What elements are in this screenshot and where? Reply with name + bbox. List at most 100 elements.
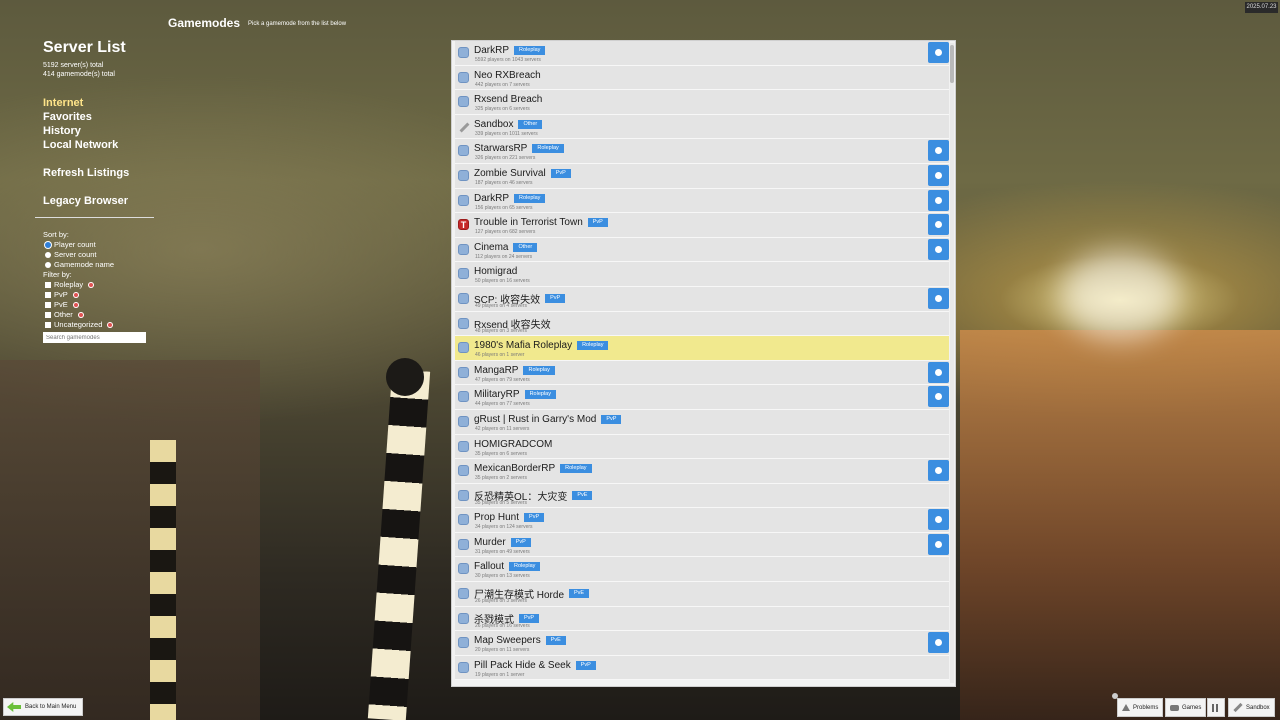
gamemode-info-button[interactable] xyxy=(928,238,949,260)
gamemode-info-button[interactable] xyxy=(928,164,949,186)
gamemode-box-icon xyxy=(458,317,469,329)
category-tag: PvP xyxy=(601,414,622,424)
filter-pve[interactable]: PvE xyxy=(43,300,114,310)
gamemode-row[interactable]: Murder PvP 31 players on 49 servers xyxy=(455,532,949,558)
gamemode-stats: 46 players on 1 server xyxy=(475,352,525,359)
gamemode-stats: 19 players on 1 server xyxy=(475,671,525,678)
gamemode-row[interactable]: Cinema Other 112 players on 24 servers xyxy=(455,237,949,263)
radio-icon xyxy=(45,252,51,258)
scrollbar-track[interactable] xyxy=(950,43,954,683)
sort-player-count[interactable]: Player count xyxy=(43,240,114,250)
gamemode-name: Prop Hunt xyxy=(474,512,520,524)
gamemode-name: Map Sweepers xyxy=(474,635,541,647)
gamemode-row[interactable]: gRust | Rust in Garry's Mod PvP 42 players… xyxy=(455,409,949,435)
problems-button[interactable]: Problems xyxy=(1117,698,1164,717)
gamemode-info-button[interactable] xyxy=(928,533,949,555)
gamemode-row[interactable]: MexicanBorderRP Roleplay 35 players on 2 s… xyxy=(455,459,949,484)
gamemode-select-button[interactable]: Sandbox xyxy=(1228,698,1275,717)
games-button[interactable]: Games xyxy=(1165,698,1207,717)
gamemode-row[interactable]: StarwarsRP Roleplay 326 players on 221 ser… xyxy=(455,139,949,164)
filter-other[interactable]: Other xyxy=(43,310,114,320)
gamemode-info-button[interactable] xyxy=(928,361,949,383)
gamemode-row[interactable]: Fallout Roleplay 30 players on 13 servers xyxy=(455,557,949,583)
gamemode-row[interactable]: MilitaryRP Roleplay 44 players on 77 serve… xyxy=(455,385,949,410)
gamemode-box-icon xyxy=(458,169,469,181)
back-arrow-icon xyxy=(7,702,21,712)
gamemode-name-line: Rxsend Breach xyxy=(474,94,542,105)
gamemode-row[interactable]: 尸潮生存模式 Horde PvE 26 players on 3 servers xyxy=(455,582,949,607)
gamemode-stats: 442 players on 7 servers xyxy=(475,81,530,88)
filter-pvp[interactable]: PvP xyxy=(43,290,114,300)
gamemode-name-line: Prop Hunt PvP xyxy=(474,512,545,524)
gamemode-info-button[interactable] xyxy=(928,460,949,482)
filter-option-label: Uncategorized xyxy=(54,320,103,329)
gamemode-row[interactable]: DarkRP Roleplay 5592 players on 1043 serve… xyxy=(455,41,949,66)
gamemode-row[interactable]: Zombie Survival PvP 187 players on 46 serv… xyxy=(455,163,949,189)
gamemode-info-button[interactable] xyxy=(928,632,949,654)
category-tag: PvP xyxy=(587,218,608,228)
scrollbar-thumb[interactable] xyxy=(950,45,954,83)
nav-history[interactable]: History xyxy=(43,124,193,138)
gamemode-row[interactable]: 1980's Mafia Roleplay Roleplay 46 players … xyxy=(455,336,949,361)
gamemode-box-icon xyxy=(458,440,469,452)
gamemode-stats: 26 players on 16 servers xyxy=(475,622,530,629)
category-tag: PvE xyxy=(569,589,590,599)
gamemode-name-line: Neo RXBreach xyxy=(474,70,541,81)
category-tag: PvE xyxy=(572,490,593,500)
search-gamemodes-input[interactable] xyxy=(43,332,146,343)
gamemode-box-icon xyxy=(458,342,469,354)
back-to-main-menu-button[interactable]: Back to Main Menu xyxy=(3,698,83,716)
gamemode-list-panel: DarkRP Roleplay 5592 players on 1043 serve… xyxy=(451,40,956,687)
gamemode-row[interactable]: DarkRP Roleplay 156 players on 65 servers xyxy=(455,188,949,214)
refresh-listings-button[interactable]: Refresh Listings xyxy=(43,166,193,180)
gamemode-name-line: DarkRP Roleplay xyxy=(474,45,546,56)
filter-roleplay[interactable]: Roleplay xyxy=(43,280,114,290)
filter-option-label: PvE xyxy=(54,300,68,309)
gamemode-row[interactable]: Rxsend 收容失效 48 players on 3 servers xyxy=(455,311,949,337)
gamemode-row[interactable]: SCP: 收容失效 PvP 49 players on 4 servers xyxy=(455,286,949,312)
sort-gamemode-name[interactable]: Gamemode name xyxy=(43,260,114,270)
gamemode-info-button[interactable] xyxy=(928,42,949,63)
gamemode-name: 1980's Mafia Roleplay xyxy=(474,340,573,352)
info-icon xyxy=(72,292,79,298)
checkbox-icon xyxy=(45,302,51,308)
gamemode-row[interactable]: Neo RXBreach 442 players on 7 servers xyxy=(455,65,949,91)
gamemode-row[interactable]: Pill Pack Hide & Seek PvP 19 players on 1 … xyxy=(455,655,949,681)
gamemode-info-button[interactable] xyxy=(928,287,949,309)
gamemode-row[interactable]: Rxsend Breach 325 players on 6 servers xyxy=(455,90,949,115)
gamemode-row[interactable]: T Trouble in Terrorist Town PvP 127 players… xyxy=(455,213,949,238)
legacy-browser-button[interactable]: Legacy Browser xyxy=(43,194,193,208)
gamemode-row[interactable]: 反恐精英OL：大灾变 PvE 35 players on 5 servers xyxy=(455,483,949,509)
gamemode-row[interactable]: Prop Hunt PvP 34 players on 124 servers xyxy=(455,508,949,533)
gamemode-name-line: DarkRP Roleplay xyxy=(474,193,546,204)
gamemode-info-button[interactable] xyxy=(928,509,949,531)
nav-favorites[interactable]: Favorites xyxy=(43,110,193,124)
gamemode-info-button[interactable] xyxy=(928,140,949,162)
gamemode-row[interactable]: MangaRP Roleplay 47 players on 79 servers xyxy=(455,360,949,386)
gamemode-box-icon xyxy=(458,366,469,378)
gamemode-name: MexicanBorderRP xyxy=(474,463,556,475)
gamemode-info-button[interactable] xyxy=(928,386,949,408)
nav-local-network[interactable]: Local Network xyxy=(43,138,193,152)
gamemode-row[interactable]: 杀戮模式 PvP 26 players on 16 servers xyxy=(455,606,949,632)
filter-uncategorized[interactable]: Uncategorized xyxy=(43,320,114,330)
gamemode-row[interactable]: Homigrad 50 players on 16 servers xyxy=(455,262,949,287)
gamemode-info-button[interactable] xyxy=(928,214,949,236)
gamemode-row[interactable]: Sandbox Other 339 players on 1011 servers xyxy=(455,114,949,140)
problems-label: Problems xyxy=(1133,704,1159,711)
gamemode-row[interactable]: Map Sweepers PvE 20 players on 11 servers xyxy=(455,631,949,656)
category-tag: Other xyxy=(518,119,543,129)
category-tag: Roleplay xyxy=(514,193,546,203)
gamemode-info-button[interactable] xyxy=(928,189,949,211)
category-tag: PvP xyxy=(545,293,566,303)
gamemode-name-line: MexicanBorderRP Roleplay xyxy=(474,463,592,474)
gamemode-name: Cinema xyxy=(474,241,509,253)
language-button[interactable] xyxy=(1207,698,1225,717)
gamemode-name: Homigrad xyxy=(474,266,518,278)
gamemode-name: MilitaryRP xyxy=(474,389,520,401)
nav-internet[interactable]: Internet xyxy=(43,96,193,110)
gamemode-row[interactable]: HOMIGRADCOM 35 players on 6 servers xyxy=(455,434,949,460)
gamemode-box-icon xyxy=(458,588,469,600)
gamemode-stats: 127 players on 682 servers xyxy=(475,229,536,236)
sort-server-count[interactable]: Server count xyxy=(43,250,114,260)
